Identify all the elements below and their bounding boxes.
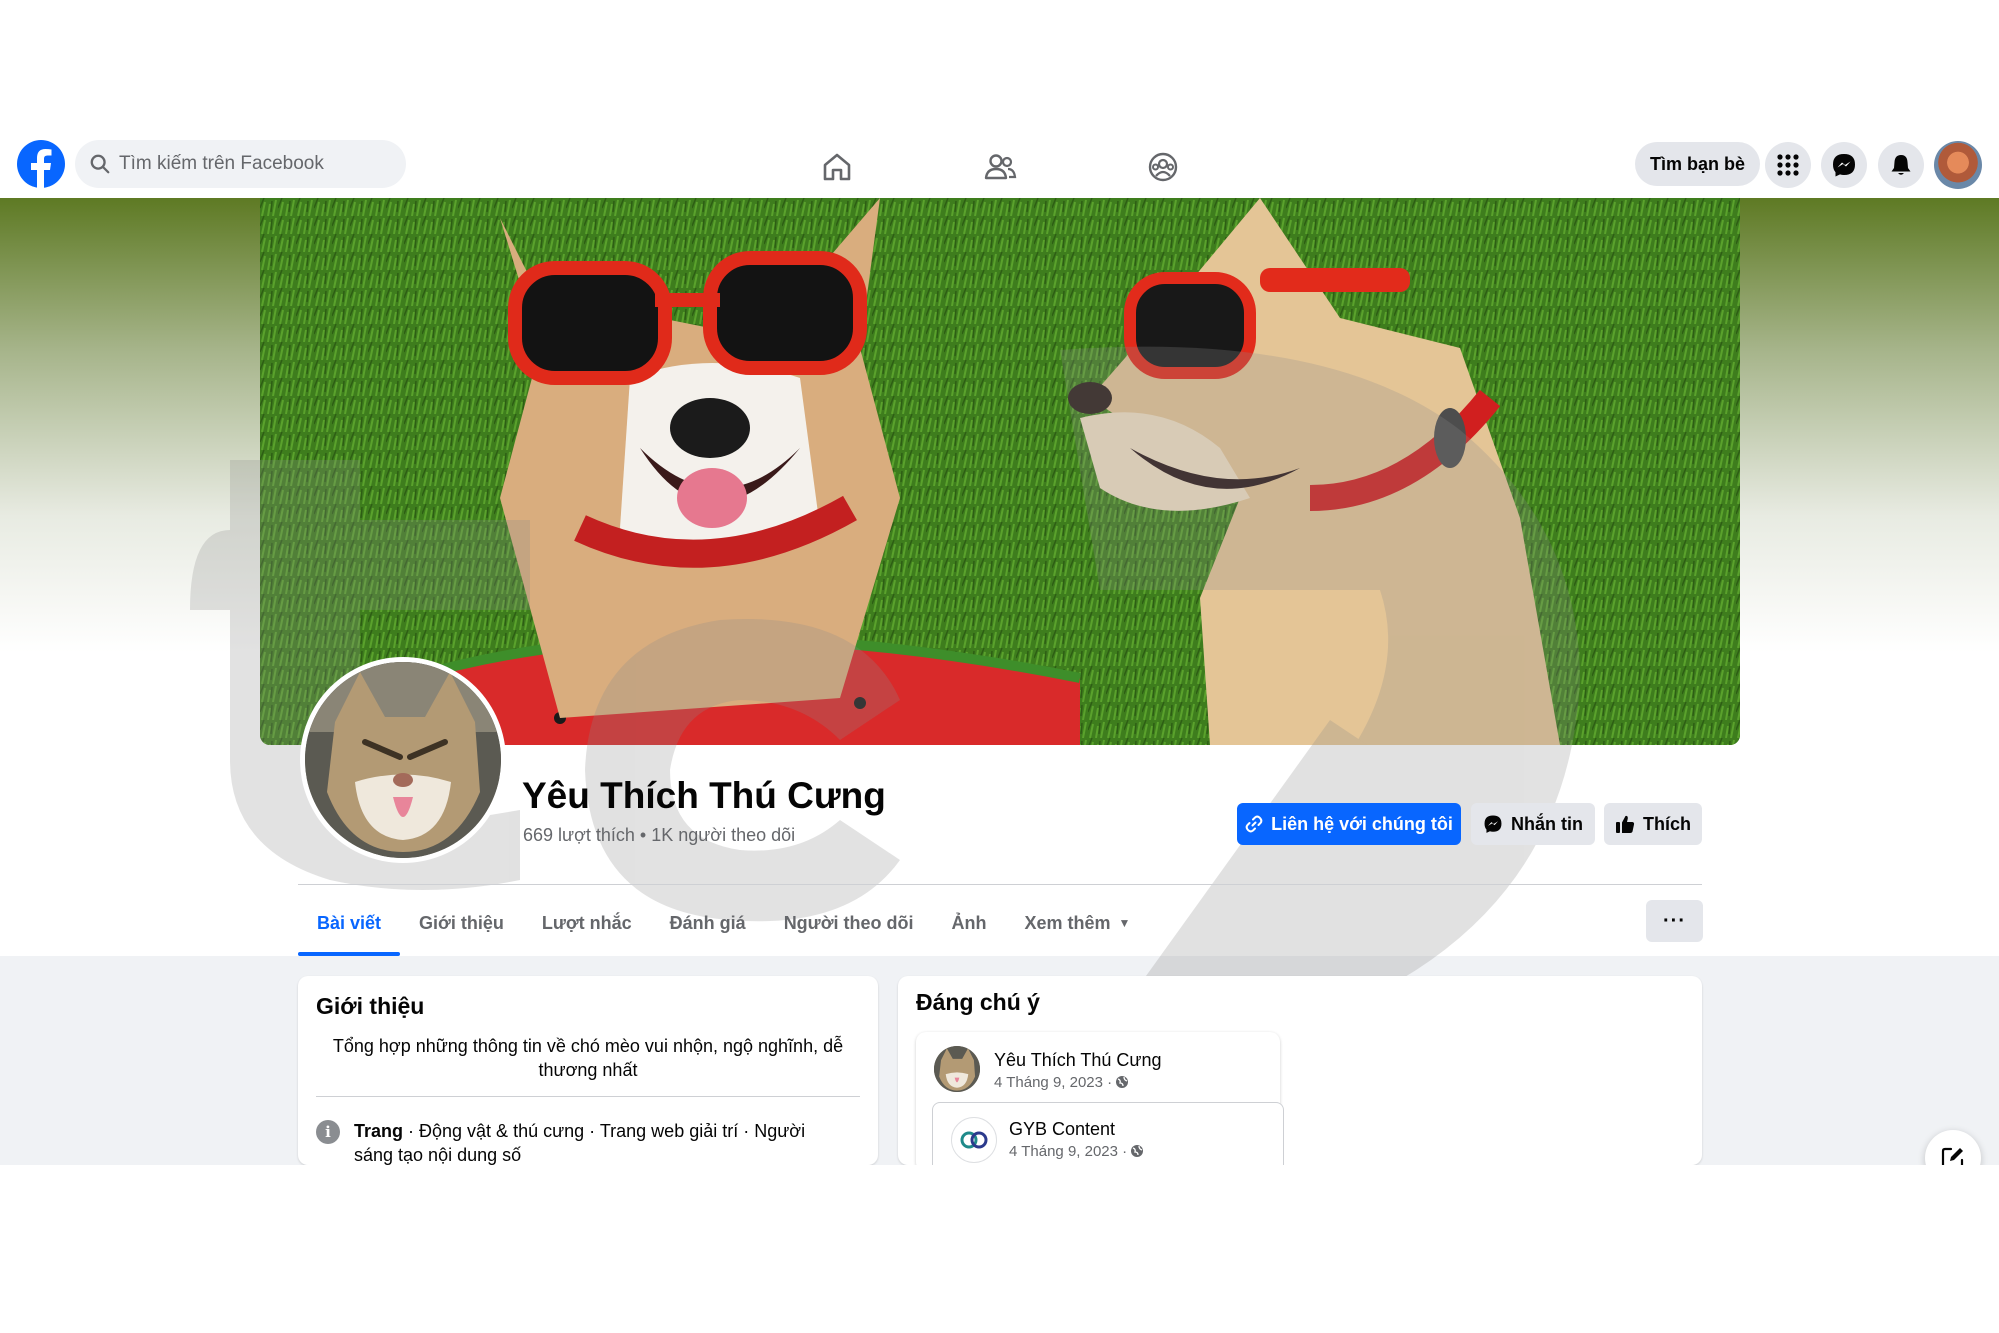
link-icon bbox=[1245, 815, 1263, 833]
shared-author-name[interactable]: GYB Content bbox=[1009, 1119, 1115, 1140]
tab-photos[interactable]: Ảnh bbox=[933, 890, 1006, 956]
category-label[interactable]: Trang bbox=[354, 1121, 403, 1141]
globe-icon bbox=[1131, 1145, 1144, 1157]
top-navigation-bar: Tìm bạn bè bbox=[0, 138, 1999, 198]
intro-category-row: i Trang · Động vật & thú cưng · Trang we… bbox=[316, 1119, 844, 1165]
search-input[interactable] bbox=[119, 153, 389, 175]
tab-reviews[interactable]: Đánh giá bbox=[651, 890, 765, 956]
cover-illustration bbox=[260, 198, 1740, 745]
contact-us-label: Liên hệ với chúng tôi bbox=[1271, 813, 1453, 834]
friends-icon[interactable] bbox=[983, 150, 1017, 184]
menu-button[interactable] bbox=[1765, 142, 1811, 188]
home-icon[interactable] bbox=[820, 150, 854, 184]
messenger-button[interactable] bbox=[1821, 142, 1867, 188]
tab-followers[interactable]: Người theo dõi bbox=[765, 890, 933, 956]
intro-category-text: Trang · Động vật & thú cưng · Trang web … bbox=[354, 1119, 844, 1165]
notifications-button[interactable] bbox=[1878, 142, 1924, 188]
tab-posts[interactable]: Bài viết bbox=[298, 890, 401, 956]
thumbs-up-icon bbox=[1615, 814, 1635, 834]
search-icon bbox=[90, 154, 110, 174]
blank-top-area bbox=[0, 0, 1999, 138]
tab-see-more[interactable]: Xem thêm ▼ bbox=[1006, 890, 1150, 956]
post-author-avatar[interactable] bbox=[934, 1046, 980, 1092]
shared-post[interactable]: GYB Content 4 Tháng 9, 2023 · bbox=[932, 1102, 1284, 1165]
page-title: Yêu Thích Thú Cưng bbox=[522, 775, 886, 816]
header-divider bbox=[298, 884, 1702, 885]
tab-label: Đánh giá bbox=[669, 912, 746, 933]
globe-icon bbox=[1116, 1076, 1129, 1088]
messenger-icon bbox=[1483, 814, 1503, 834]
intro-title: Giới thiệu bbox=[316, 993, 425, 1019]
tab-label: Lượt nhắc bbox=[541, 912, 632, 933]
post-date: 4 Tháng 9, 2023 · bbox=[994, 1074, 1129, 1091]
tab-label: Ảnh bbox=[951, 912, 987, 933]
tab-label: Người theo dõi bbox=[783, 912, 914, 933]
info-icon: i bbox=[316, 1120, 340, 1144]
shared-date-text: 4 Tháng 9, 2023 · bbox=[1009, 1143, 1128, 1160]
messenger-icon bbox=[1833, 154, 1855, 177]
tab-about[interactable]: Giới thiệu bbox=[400, 890, 523, 956]
page-stats: 669 lượt thích • 1K người theo dõi bbox=[523, 825, 796, 845]
shared-date: 4 Tháng 9, 2023 · bbox=[1009, 1143, 1144, 1160]
account-avatar[interactable] bbox=[1934, 141, 1982, 189]
facebook-logo-icon[interactable] bbox=[17, 140, 65, 188]
page-tabs: Bài viết Giới thiệu Lượt nhắc Đánh giá N… bbox=[298, 890, 1149, 956]
notable-card: Đáng chú ý Yêu Thích Thú Cưng 4 Tháng 9,… bbox=[898, 976, 1702, 1165]
more-options-button[interactable]: ··· bbox=[1646, 900, 1703, 942]
post-author-name[interactable]: Yêu Thích Thú Cưng bbox=[994, 1050, 1161, 1071]
category-list: · Động vật & thú cưng · Trang web giải t… bbox=[354, 1121, 806, 1165]
menu-grid-icon bbox=[1777, 154, 1799, 176]
tab-mentions[interactable]: Lượt nhắc bbox=[523, 890, 651, 956]
contact-us-button[interactable]: Liên hệ với chúng tôi bbox=[1237, 803, 1461, 845]
groups-icon[interactable] bbox=[1146, 150, 1180, 184]
like-label: Thích bbox=[1643, 813, 1691, 834]
intro-description: Tổng hợp những thông tin về chó mèo vui … bbox=[332, 1036, 844, 1080]
tab-label: Xem thêm bbox=[1024, 912, 1111, 933]
message-label: Nhắn tin bbox=[1511, 813, 1583, 834]
tab-label: Giới thiệu bbox=[419, 912, 504, 933]
featured-post[interactable]: Yêu Thích Thú Cưng 4 Tháng 9, 2023 · GYB… bbox=[916, 1032, 1284, 1165]
cover-photo[interactable] bbox=[260, 198, 1740, 745]
intro-divider bbox=[316, 1096, 860, 1097]
gyb-content-logo[interactable] bbox=[951, 1117, 997, 1163]
tab-label: Bài viết bbox=[317, 912, 382, 933]
search-bar[interactable] bbox=[75, 140, 406, 188]
profile-picture[interactable] bbox=[300, 657, 506, 863]
post-date-text: 4 Tháng 9, 2023 · bbox=[994, 1074, 1113, 1091]
bell-icon bbox=[1891, 155, 1911, 175]
like-button[interactable]: Thích bbox=[1604, 803, 1702, 845]
intro-card: Giới thiệu Tổng hợp những thông tin về c… bbox=[298, 976, 878, 1165]
blank-bottom-area bbox=[0, 1165, 1999, 1333]
message-button[interactable]: Nhắn tin bbox=[1471, 803, 1595, 845]
caret-down-icon: ▼ bbox=[1118, 916, 1131, 930]
cat-photo bbox=[305, 662, 501, 858]
notable-title: Đáng chú ý bbox=[916, 989, 1040, 1015]
find-friends-button[interactable]: Tìm bạn bè bbox=[1635, 142, 1761, 186]
